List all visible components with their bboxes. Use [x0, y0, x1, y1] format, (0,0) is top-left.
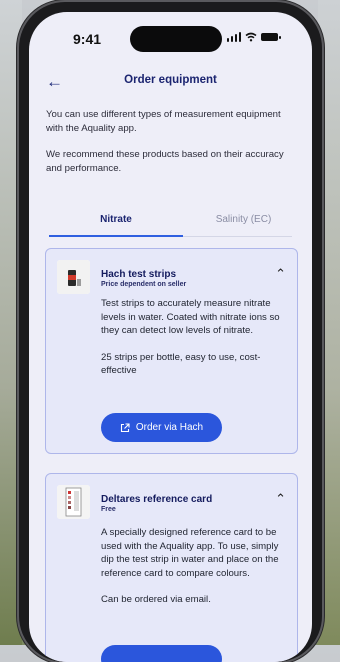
tab-bar: Nitrate Salinity (EC) [49, 210, 292, 237]
app-screen: 9:41 ← Order equipment You can use diffe… [29, 12, 312, 662]
tab-salinity[interactable]: Salinity (EC) [195, 214, 292, 225]
product-name: Deltares reference card [101, 494, 213, 505]
intro-paragraph-1: You can use different types of measureme… [46, 109, 281, 134]
page-title: Order equipment [124, 74, 217, 86]
dynamic-island [130, 26, 222, 52]
product-name: Hach test strips [101, 269, 177, 280]
product-description-2: 25 strips per bottle, easy to use, cost-… [101, 351, 261, 377]
product-image-reference-card [57, 485, 90, 519]
order-via-email-button[interactable] [101, 645, 222, 662]
status-time: 9:41 [73, 31, 102, 47]
chevron-up-icon[interactable]: ⌃ [275, 491, 286, 507]
order-via-hach-button[interactable]: Order via Hach [101, 413, 222, 442]
product-description-2: Can be ordered via email. [101, 594, 211, 606]
product-description: A specially designed reference card to b… [101, 526, 291, 620]
order-button-label: Order via Hach [135, 422, 204, 433]
product-card-hach: Hach test strips Price dependent on sell… [45, 248, 298, 454]
phone-frame: 9:41 ← Order equipment You can use diffe… [19, 2, 322, 662]
battery-icon [261, 33, 281, 41]
status-icons [226, 32, 281, 42]
chevron-up-icon[interactable]: ⌃ [275, 266, 286, 282]
wifi-icon [245, 32, 257, 42]
intro-text: You can use different types of measureme… [46, 108, 294, 188]
product-description-1: Test strips to accurately measure nitrat… [101, 298, 280, 337]
product-description: Test strips to accurately measure nitrat… [101, 297, 291, 391]
product-card-deltares: Deltares reference card Free ⌃ A special… [45, 473, 298, 662]
status-bar: 9:41 [29, 12, 312, 56]
product-price: Price dependent on seller [101, 281, 187, 288]
product-price: Free [101, 506, 116, 513]
product-description-1: A specially designed reference card to b… [101, 527, 279, 579]
external-link-icon [120, 422, 130, 432]
tab-nitrate[interactable]: Nitrate [49, 214, 183, 237]
nav-bar: ← Order equipment [29, 72, 312, 96]
intro-paragraph-2: We recommend these products based on the… [46, 149, 284, 174]
signal-icon [226, 32, 241, 42]
product-image-test-strips [57, 260, 90, 294]
